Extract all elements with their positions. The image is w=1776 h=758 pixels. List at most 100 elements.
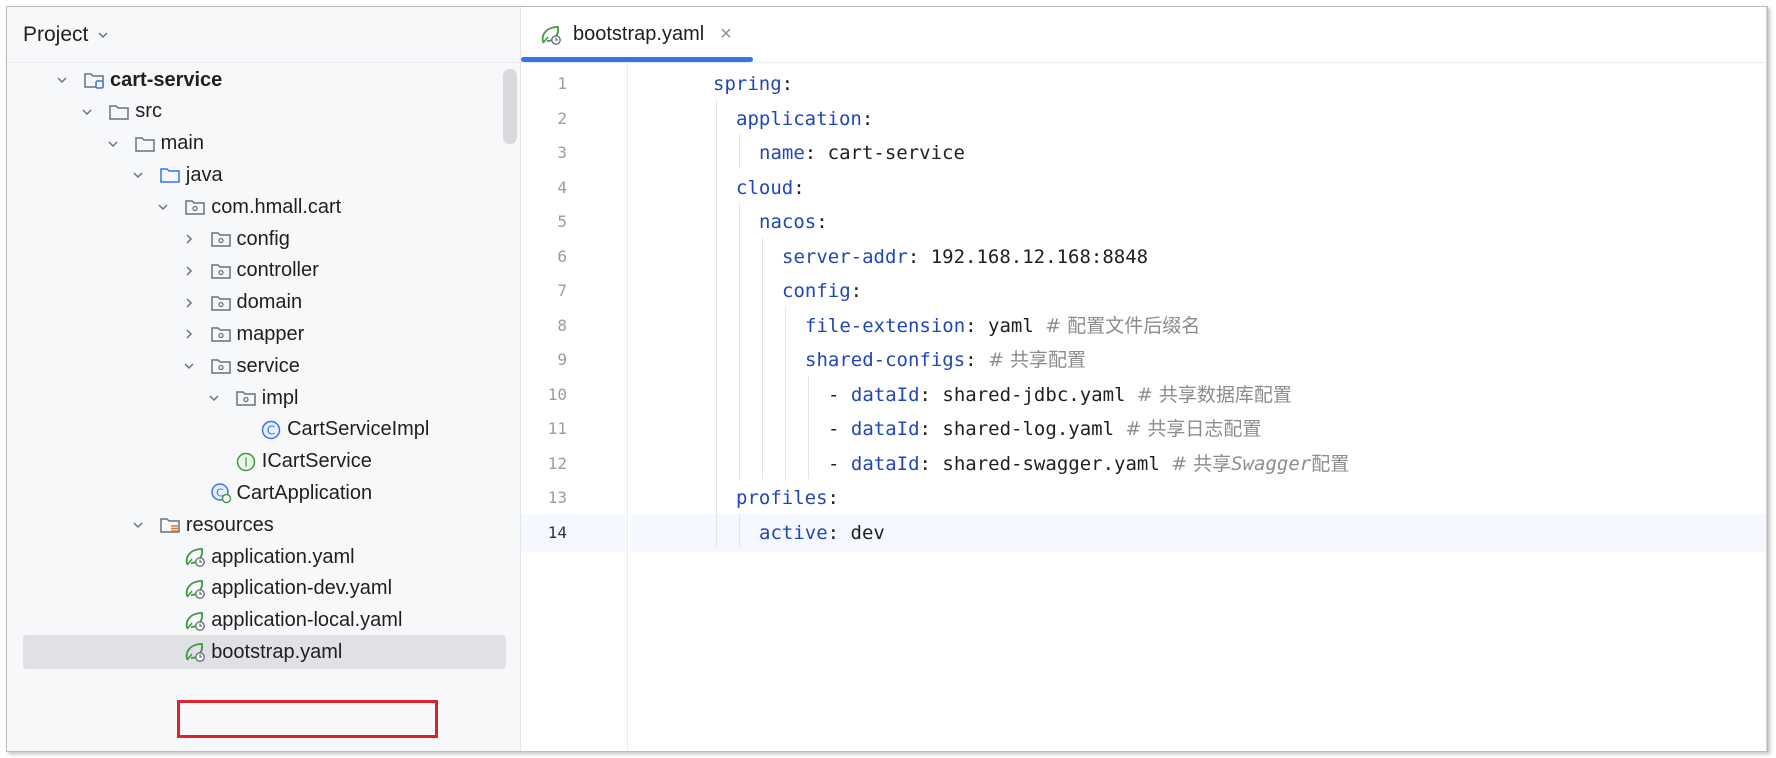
chevron-down-icon[interactable] [180,357,198,375]
line-number-gutter: 1 2 3 4 5 6 7 8 9 10 11 12 13 14 [521,63,625,751]
yaml-colon: : [965,314,977,337]
code-line[interactable]: - dataId: shared-jdbc.yaml # 共享数据库配置 [631,376,1767,414]
code-line[interactable]: nacos: [631,203,1767,241]
indent-guide [716,99,717,548]
code-line[interactable]: active: dev [631,513,1767,552]
code-area[interactable]: spring: application: name: cart-service clo… [631,63,1767,751]
yaml-colon: : [816,211,828,233]
tree-item-service[interactable]: service [7,349,507,383]
tree-item-application-dev-yaml[interactable]: application-dev.yaml [7,572,507,606]
chevron-down-icon[interactable] [53,71,71,89]
chevron-down-icon[interactable] [104,135,122,153]
tree-item-cart-service[interactable]: cart-service [7,63,507,97]
ide-window: Project cart-service src main java com.hmall… [6,6,1768,752]
tree-item-application-local-yaml[interactable]: application-local.yaml [7,604,507,638]
code-line[interactable]: profiles: [631,479,1767,517]
yaml-key: config [782,280,851,302]
yaml-value: yaml [976,314,1046,337]
tree-item-label: config [236,227,290,250]
yaml-comment: # 配置文件后缀名 [1045,314,1201,337]
yaml-comment: # 共享数据库配置 [1136,383,1292,406]
line-number: 5 [557,212,567,231]
project-panel: Project cart-service src main java com.hmall… [7,7,521,751]
code-line[interactable]: application: [631,100,1767,138]
code-line[interactable]: server-addr: 192.168.12.168:8848 [631,238,1767,276]
tab-label: bootstrap.yaml [573,23,705,45]
chevron-right-icon[interactable] [180,294,198,312]
code-line[interactable]: - dataId: shared-log.yaml # 共享日志配置 [631,410,1767,448]
tree-item-label: resources [185,513,274,536]
code-line[interactable]: cloud: [631,169,1767,207]
chevron-right-icon[interactable] [180,325,198,343]
tree-item-com-hmall-cart[interactable]: com.hmall.cart [7,190,507,224]
yaml-colon: : [781,73,794,95]
tree-item-label: ICartService [261,450,372,473]
code-line[interactable]: shared-configs: # 共享配置 [631,341,1767,379]
line-number: 10 [547,384,567,404]
chevron-down-icon[interactable] [154,198,172,216]
yaml-colon: : [827,521,840,544]
spring-yaml-icon [183,546,207,568]
chevron-right-icon[interactable] [180,262,198,280]
yaml-comment: # 共享日志配置 [1125,418,1262,440]
package-icon [209,323,233,345]
tree-item-bootstrap-yaml[interactable]: bootstrap.yaml [23,635,506,670]
spring-class-icon: C [209,482,233,504]
interface-icon: I [234,451,258,473]
tree-item-cartserviceimpl[interactable]: C CartServiceImpl [7,413,507,447]
source-folder-icon [158,164,182,186]
tree-item-label: controller [236,259,319,282]
close-icon[interactable]: × [720,23,732,46]
yaml-value: 192.168.12.168:8848 [919,245,1149,268]
yaml-list-dash: - [828,418,851,440]
chevron-down-icon[interactable] [129,516,147,534]
chevron-down-icon[interactable] [129,166,147,184]
tree-item-main[interactable]: main [7,127,507,161]
tree-item-resources[interactable]: resources [7,508,507,542]
tree-scrollbar[interactable] [503,69,517,144]
tree-item-icartservice[interactable]: I ICartService [7,445,507,479]
tree-item-src[interactable]: src [7,95,507,129]
tree-item-java[interactable]: java [7,158,507,192]
code-line[interactable]: - dataId: shared-swagger.yaml # 共享Swagge… [631,445,1767,483]
code-line[interactable]: config: [631,272,1767,310]
editor: bootstrap.yaml × 1 2 3 4 5 6 7 8 9 10 11 12 13 14 spr… [521,7,1767,751]
yaml-list-dash: - [828,383,851,406]
code-line[interactable]: name: cart-service [631,134,1767,172]
tree-item-cartapplication[interactable]: C CartApplication [7,476,507,510]
tree-item-label: com.hmall.cart [211,195,342,218]
indent-guide [808,375,809,479]
yaml-key: file-extension [805,314,966,337]
chevron-down-icon[interactable] [205,389,223,407]
tree-item-mapper[interactable]: mapper [7,317,507,351]
project-panel-header: Project [7,7,520,63]
code-line[interactable]: spring: [631,65,1767,103]
tree-item-impl[interactable]: impl [7,381,507,415]
tree-item-domain[interactable]: domain [7,286,507,320]
chevron-down-icon[interactable] [78,103,96,121]
yaml-value [977,349,988,371]
chevron-right-icon[interactable] [180,230,198,248]
line-number: 4 [557,177,567,197]
yaml-key: nacos [759,211,817,233]
comment-text: # 共享 [1171,452,1232,475]
indent-guide [762,237,763,479]
tree-item-label: domain [236,291,303,314]
tree-item-application-yaml[interactable]: application.yaml [7,540,507,574]
yaml-colon: : [965,349,977,371]
chevron-down-icon [98,31,108,38]
comment-text: 配置 [1311,452,1350,475]
package-icon [209,355,233,377]
tree-item-controller[interactable]: controller [7,254,507,288]
project-view-selector[interactable]: Project [23,23,110,47]
yaml-colon: : [804,142,817,164]
code-line[interactable]: file-extension: yaml # 配置文件后缀名 [631,307,1767,345]
tab-bootstrap-yaml[interactable]: bootstrap.yaml × [521,7,753,62]
yaml-key: name [759,142,805,164]
yaml-key: dataId [850,452,920,475]
tree-item-label: application-local.yaml [211,609,403,632]
line-number: 12 [547,453,567,473]
tree-item-config[interactable]: config [7,222,507,256]
